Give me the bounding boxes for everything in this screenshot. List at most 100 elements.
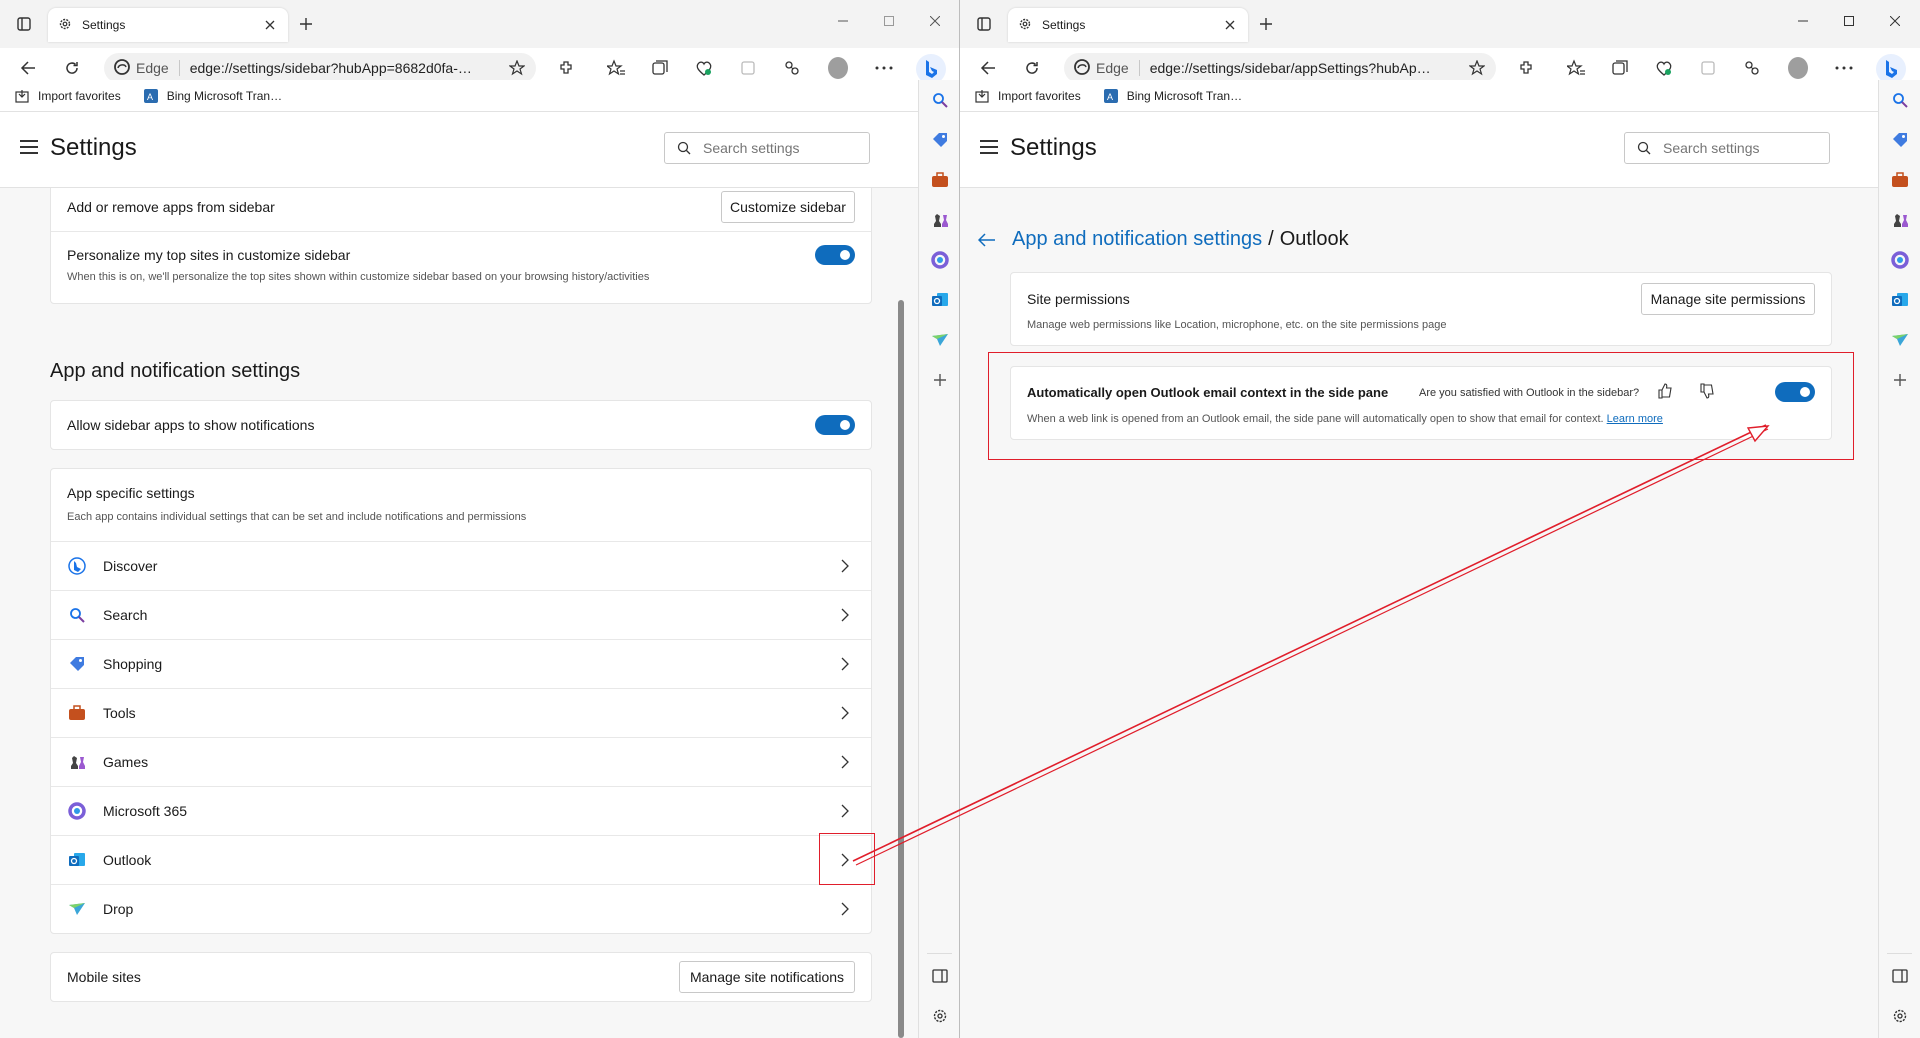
microsoft-365-icon[interactable] bbox=[930, 250, 950, 270]
close-tab-icon[interactable] bbox=[262, 17, 278, 33]
collections-icon[interactable] bbox=[1610, 58, 1630, 78]
new-tab-icon[interactable] bbox=[1256, 14, 1276, 34]
minimize-icon[interactable] bbox=[830, 10, 856, 32]
address-url[interactable]: edge://settings/sidebar?hubApp=8682d0fa-… bbox=[190, 60, 508, 76]
chevron-right-icon[interactable] bbox=[835, 899, 855, 919]
address-bar[interactable]: Edge edge://settings/sidebar/appSettings… bbox=[1064, 53, 1496, 83]
app-icon[interactable] bbox=[1698, 58, 1718, 78]
search-settings-box[interactable] bbox=[664, 132, 870, 164]
more-options-icon[interactable] bbox=[874, 58, 894, 78]
search-settings-box[interactable] bbox=[1624, 132, 1830, 164]
refresh-icon[interactable] bbox=[60, 56, 84, 80]
app-row-drop[interactable]: Drop bbox=[51, 884, 871, 933]
chevron-right-icon[interactable] bbox=[835, 752, 855, 772]
tools-icon[interactable] bbox=[1890, 170, 1910, 190]
favorite-import[interactable]: Import favorites bbox=[974, 88, 1081, 104]
tools-icon[interactable] bbox=[930, 170, 950, 190]
drop-icon[interactable] bbox=[930, 330, 950, 350]
extensions-icon[interactable] bbox=[1516, 58, 1536, 78]
annotation-highlight-outlook-chevron bbox=[819, 833, 875, 885]
new-tab-icon[interactable] bbox=[296, 14, 316, 34]
app-row-search[interactable]: Search bbox=[51, 590, 871, 639]
close-window-icon[interactable] bbox=[922, 10, 948, 32]
manage-site-permissions-button[interactable]: Manage site permissions bbox=[1641, 283, 1815, 315]
personalize-toggle[interactable] bbox=[815, 245, 855, 265]
chevron-right-icon[interactable] bbox=[835, 703, 855, 723]
manage-site-notifications-button[interactable]: Manage site notifications bbox=[679, 961, 855, 993]
outlook-icon[interactable] bbox=[1890, 290, 1910, 310]
search-settings-input[interactable] bbox=[703, 140, 853, 156]
chevron-right-icon[interactable] bbox=[835, 556, 855, 576]
chevron-right-icon[interactable] bbox=[835, 654, 855, 674]
favorite-bing-translator[interactable]: A Bing Microsoft Tran… bbox=[1103, 88, 1242, 104]
refresh-icon[interactable] bbox=[1020, 56, 1044, 80]
settings-tab[interactable]: Settings bbox=[48, 8, 288, 42]
allow-notifications-toggle[interactable] bbox=[815, 415, 855, 435]
browser-essentials-icon[interactable] bbox=[1654, 58, 1674, 78]
browser-essentials-icon[interactable] bbox=[694, 58, 714, 78]
import-icon bbox=[14, 88, 30, 104]
app-row-discover[interactable]: Discover bbox=[51, 541, 871, 590]
chevron-right-icon[interactable] bbox=[835, 801, 855, 821]
app-row-microsoft-365[interactable]: Microsoft 365 bbox=[51, 786, 871, 835]
maximize-icon[interactable] bbox=[1836, 10, 1862, 32]
microsoft-365-icon[interactable] bbox=[1890, 250, 1910, 270]
back-arrow-icon[interactable] bbox=[978, 230, 998, 250]
address-url[interactable]: edge://settings/sidebar/appSettings?hubA… bbox=[1150, 60, 1468, 76]
close-window-icon[interactable] bbox=[1882, 10, 1908, 32]
app-row-games[interactable]: Games bbox=[51, 737, 871, 786]
menu-icon[interactable] bbox=[20, 140, 38, 154]
maximize-icon[interactable] bbox=[876, 10, 902, 32]
close-tab-icon[interactable] bbox=[1222, 17, 1238, 33]
more-options-icon[interactable] bbox=[1834, 58, 1854, 78]
extensions-icon[interactable] bbox=[556, 58, 576, 78]
scrollbar[interactable] bbox=[898, 300, 904, 1038]
drop-icon[interactable] bbox=[1890, 330, 1910, 350]
performance-icon[interactable] bbox=[1742, 58, 1762, 78]
tab-actions-icon[interactable] bbox=[14, 14, 34, 34]
favorites-icon[interactable] bbox=[606, 58, 626, 78]
favorite-bing-translator[interactable]: A Bing Microsoft Tran… bbox=[143, 88, 282, 104]
outlook-icon[interactable] bbox=[930, 290, 950, 310]
shopping-icon[interactable] bbox=[930, 130, 950, 150]
annotation-highlight-outlook-setting bbox=[988, 352, 1854, 460]
favorites-icon[interactable] bbox=[1566, 58, 1586, 78]
favorites-bar: Import favorites A Bing Microsoft Tran… bbox=[960, 80, 1878, 112]
sidebar-settings-icon[interactable] bbox=[1890, 1006, 1910, 1026]
search-settings-input[interactable] bbox=[1663, 140, 1813, 156]
allow-notifications-card: Allow sidebar apps to show notifications bbox=[50, 400, 872, 450]
divider bbox=[1887, 953, 1912, 954]
performance-icon[interactable] bbox=[782, 58, 802, 78]
profile-avatar[interactable] bbox=[1788, 57, 1808, 79]
sidebar-settings-icon[interactable] bbox=[930, 1006, 950, 1026]
add-favorite-icon[interactable] bbox=[1468, 59, 1486, 77]
games-icon[interactable] bbox=[930, 210, 950, 230]
tab-actions-icon[interactable] bbox=[974, 14, 994, 34]
customize-sidebar-button[interactable]: Customize sidebar bbox=[721, 191, 855, 223]
chevron-right-icon[interactable] bbox=[835, 605, 855, 625]
app-icon[interactable] bbox=[738, 58, 758, 78]
add-app-icon[interactable] bbox=[1890, 370, 1910, 390]
settings-tab[interactable]: Settings bbox=[1008, 8, 1248, 42]
menu-icon[interactable] bbox=[980, 140, 998, 154]
shopping-icon[interactable] bbox=[1890, 130, 1910, 150]
games-icon[interactable] bbox=[1890, 210, 1910, 230]
back-icon[interactable] bbox=[16, 56, 40, 80]
add-app-icon[interactable] bbox=[930, 370, 950, 390]
address-bar[interactable]: Edge edge://settings/sidebar?hubApp=8682… bbox=[104, 53, 536, 83]
breadcrumb-parent-link[interactable]: App and notification settings bbox=[1012, 228, 1262, 251]
minimize-icon[interactable] bbox=[1790, 10, 1816, 32]
app-row-tools[interactable]: Tools bbox=[51, 688, 871, 737]
favorite-import[interactable]: Import favorites bbox=[14, 88, 121, 104]
profile-avatar[interactable] bbox=[828, 57, 848, 79]
app-row-outlook[interactable]: Outlook bbox=[51, 835, 871, 884]
hide-sidebar-icon[interactable] bbox=[930, 966, 950, 986]
hide-sidebar-icon[interactable] bbox=[1890, 966, 1910, 986]
add-favorite-icon[interactable] bbox=[508, 59, 526, 77]
app-row-shopping[interactable]: Shopping bbox=[51, 639, 871, 688]
back-icon[interactable] bbox=[976, 56, 1000, 80]
search-icon[interactable] bbox=[1890, 90, 1910, 110]
settings-content: Add or remove apps from sidebar Customiz… bbox=[0, 188, 918, 1038]
search-icon[interactable] bbox=[930, 90, 950, 110]
collections-icon[interactable] bbox=[650, 58, 670, 78]
